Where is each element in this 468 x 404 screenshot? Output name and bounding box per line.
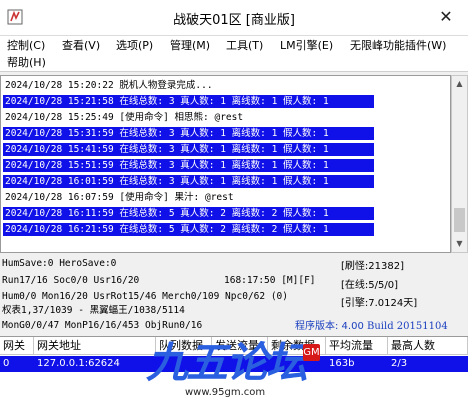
title-bar: 战破天01区 [商业版] ✕	[0, 0, 468, 36]
status-monsters: MonG0/0/47 MonP16/16/453 ObjRun0/16	[2, 320, 203, 331]
menu-help[interactable]: 帮助(H)	[7, 56, 46, 70]
menu-control[interactable]: 控制(C)	[7, 39, 45, 53]
engine-counter: [引擎:7.0124天]	[341, 298, 418, 309]
column-header[interactable]: 网关地址	[34, 337, 156, 355]
version-build: Build 20151104	[367, 321, 448, 332]
status-uptime: 168:17:50 [M][F]	[224, 275, 316, 286]
menu-view[interactable]: 查看(V)	[62, 39, 100, 53]
status-run: Run17/16 Soc0/0 Usr16/20	[2, 275, 140, 286]
online-counter: [在线:5/5/0]	[341, 280, 398, 291]
watermark-text: 九五论坛	[146, 338, 308, 387]
window-title: 战破天01区 [商业版]	[173, 13, 295, 28]
column-header[interactable]: 平均流量	[326, 337, 388, 355]
log-line: 2024/10/28 16:11:59 在线总数: 5 真人数: 2 离线数: …	[3, 207, 374, 220]
version-label: 程序版本: 4.00	[295, 321, 364, 332]
log-scrollbar[interactable]: ▲ ▼	[451, 75, 468, 253]
menu-manage[interactable]: 管理(M)	[170, 39, 210, 53]
log-line: 2024/10/28 16:01:59 在线总数: 3 真人数: 1 离线数: …	[3, 175, 374, 188]
watermark-url: www.95gm.com	[185, 387, 266, 398]
crowd-counter: [刷怪:21382]	[341, 261, 404, 272]
log-line: 2024/10/28 15:21:58 在线总数: 3 真人数: 1 离线数: …	[3, 95, 374, 108]
scroll-up-arrow-icon[interactable]: ▲	[452, 76, 467, 92]
column-header[interactable]: 最高人数	[388, 337, 468, 355]
log-line: 2024/10/28 15:31:59 在线总数: 3 真人数: 1 离线数: …	[3, 127, 374, 140]
status-save: HumSave:0 HeroSave:0	[2, 258, 117, 269]
close-button[interactable]: ✕	[424, 0, 468, 36]
menu-bar: 控制(C) 查看(V) 选项(P) 管理(M) 工具(T) LM引擎(E) 无限…	[0, 36, 468, 72]
log-line: 2024/10/28 15:51:59 在线总数: 3 真人数: 1 离线数: …	[3, 159, 374, 172]
cell-avg-traffic: 163b	[329, 358, 355, 369]
menu-lm-engine[interactable]: LM引擎(E)	[280, 39, 333, 53]
cell-address: 127.0.0.1:62624	[37, 358, 120, 369]
log-line: 2024/10/28 16:07:59 [使用命令] 果汁: @rest	[5, 192, 234, 203]
log-line: 2024/10/28 16:21:59 在线总数: 5 真人数: 2 离线数: …	[3, 223, 374, 236]
log-panel[interactable]: 2024/10/28 15:20:22 脱机人物登录完成... 2024/10/…	[0, 75, 451, 253]
log-line: 2024/10/28 15:25:49 [使用命令] 相思熊: @rest	[5, 112, 244, 123]
scroll-down-arrow-icon[interactable]: ▼	[452, 236, 467, 252]
menu-plugins[interactable]: 无限峰功能插件(W)	[350, 39, 446, 53]
log-line: 2024/10/28 15:20:22 脱机人物登录完成...	[5, 80, 213, 91]
program-version: 程序版本: 4.00 Build 20151104	[295, 317, 448, 332]
watermark-logo: 九五论坛 GM www.95gm.com	[140, 338, 330, 404]
watermark-stamp: GM	[303, 344, 320, 361]
scroll-thumb[interactable]	[454, 208, 465, 232]
column-header[interactable]: 网关	[0, 337, 34, 355]
menu-tools[interactable]: 工具(T)	[226, 39, 263, 53]
cell-max-users: 2/3	[391, 358, 408, 369]
cell-gateway: 0	[3, 358, 10, 369]
status-panel: HumSave:0 HeroSave:0 Run17/16 Soc0/0 Usr…	[0, 255, 468, 335]
log-line: 2024/10/28 15:41:59 在线总数: 3 真人数: 1 离线数: …	[3, 143, 374, 156]
status-objects: Hum0/0 Mon16/20 UsrRot15/46 Merch0/109 N…	[2, 291, 288, 302]
status-boss: 权表1,37/1039 - 黑翼蝠王/1038/5114	[2, 305, 185, 316]
menu-options[interactable]: 选项(P)	[116, 39, 153, 53]
